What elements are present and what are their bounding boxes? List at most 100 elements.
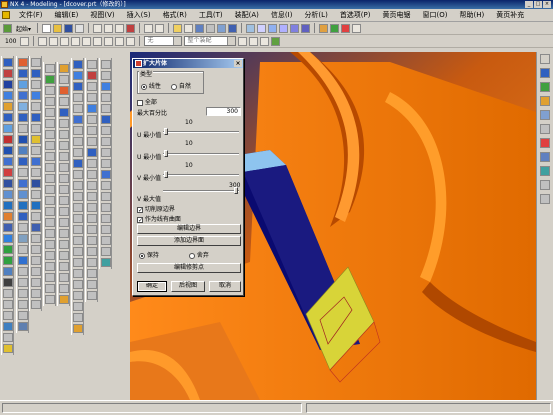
tool-icon[interactable] xyxy=(3,234,13,243)
checkbox-checked[interactable]: ✓ xyxy=(137,206,143,213)
snap-mid-icon[interactable] xyxy=(60,36,70,46)
tool-icon[interactable] xyxy=(3,344,13,353)
tool-icon[interactable] xyxy=(31,223,41,232)
open-file-icon[interactable] xyxy=(53,23,63,33)
menu-preferences[interactable]: 首选项(P) xyxy=(334,10,377,20)
tool-icon[interactable] xyxy=(73,302,83,311)
menu-electrode[interactable]: 黄页电锯 xyxy=(377,10,417,20)
cancel-button[interactable]: 取消 xyxy=(209,281,241,292)
tool-icon[interactable] xyxy=(59,141,69,150)
v-max-slider[interactable] xyxy=(163,190,239,192)
paste-icon[interactable] xyxy=(115,23,125,33)
tool-icon[interactable] xyxy=(101,60,111,69)
assembly-navigator-icon[interactable] xyxy=(540,68,550,78)
as-curved-checkbox[interactable]: ✓ 作为线有曲面 xyxy=(137,214,181,223)
u-min-slider-thumb[interactable] xyxy=(164,128,168,135)
v-max-slider-thumb[interactable] xyxy=(234,187,238,194)
tool-icon[interactable] xyxy=(31,80,41,89)
tool-icon[interactable] xyxy=(18,300,28,309)
tool-icon[interactable] xyxy=(3,190,13,199)
tool-icon[interactable] xyxy=(18,91,28,100)
menu-view[interactable]: 视图(V) xyxy=(84,10,120,20)
back-button[interactable]: 后视图 xyxy=(171,281,205,292)
tool-icon[interactable] xyxy=(59,218,69,227)
snap-face-icon[interactable] xyxy=(126,36,136,46)
tool-icon[interactable] xyxy=(18,179,28,188)
menu-file[interactable]: 文件(F) xyxy=(13,10,49,20)
add-boundary-button[interactable]: 添加边界面 xyxy=(137,236,241,246)
tool-icon[interactable] xyxy=(101,71,111,80)
menu-supplement[interactable]: 黄页补充 xyxy=(490,10,530,20)
tool-icon[interactable] xyxy=(31,201,41,210)
tool-icon[interactable] xyxy=(45,251,55,260)
tool-icon[interactable] xyxy=(45,196,55,205)
type-filter-combo[interactable]: 无 xyxy=(144,36,183,46)
tool-icon[interactable] xyxy=(45,97,55,106)
tool-icon[interactable] xyxy=(101,148,111,157)
tool-icon[interactable] xyxy=(3,322,13,331)
tool-icon[interactable] xyxy=(87,225,97,234)
tool-icon[interactable] xyxy=(73,181,83,190)
radio-button[interactable] xyxy=(141,83,147,90)
tool-icon[interactable] xyxy=(45,119,55,128)
tool-icon[interactable] xyxy=(59,64,69,73)
training-icon[interactable] xyxy=(540,194,550,204)
tool-icon[interactable] xyxy=(45,130,55,139)
tool-icon[interactable] xyxy=(45,141,55,150)
tool-icon[interactable] xyxy=(101,82,111,91)
tool-icon[interactable] xyxy=(3,80,13,89)
tool-icon[interactable] xyxy=(45,273,55,282)
tool-icon[interactable] xyxy=(3,278,13,287)
tool-icon[interactable] xyxy=(45,229,55,238)
tool-icon[interactable] xyxy=(18,212,28,221)
menu-assembly[interactable]: 装配(A) xyxy=(229,10,265,20)
tool-icon[interactable] xyxy=(87,258,97,267)
tool-icon[interactable] xyxy=(59,207,69,216)
tool-icon[interactable] xyxy=(59,240,69,249)
tool-icon[interactable] xyxy=(31,300,41,309)
tool-icon[interactable] xyxy=(3,223,13,232)
tool-icon[interactable] xyxy=(59,229,69,238)
tool-icon[interactable] xyxy=(87,236,97,245)
tool-icon[interactable] xyxy=(101,192,111,201)
tool-icon[interactable] xyxy=(87,247,97,256)
tool-icon[interactable] xyxy=(18,256,28,265)
tool-icon[interactable] xyxy=(3,300,13,309)
tool-icon[interactable] xyxy=(3,69,13,78)
filter-reset-icon[interactable] xyxy=(238,36,248,46)
tool-icon[interactable] xyxy=(87,269,97,278)
tool-icon[interactable] xyxy=(87,291,97,300)
tool-icon[interactable] xyxy=(59,295,69,304)
resource-bar-icon[interactable] xyxy=(540,54,550,64)
tool-icon[interactable] xyxy=(3,289,13,298)
tool-icon[interactable] xyxy=(59,185,69,194)
tool-icon[interactable] xyxy=(87,203,97,212)
tool-icon[interactable] xyxy=(73,247,83,256)
new-file-icon[interactable] xyxy=(42,23,52,33)
menu-tools[interactable]: 工具(T) xyxy=(193,10,229,20)
tool-icon[interactable] xyxy=(31,212,41,221)
assembly-filter-combo[interactable]: 整个装配 xyxy=(184,36,237,46)
palette-icon[interactable] xyxy=(540,138,550,148)
tool-icon[interactable] xyxy=(3,102,13,111)
tool-icon[interactable] xyxy=(3,135,13,144)
tool-icon[interactable] xyxy=(31,157,41,166)
tool-icon[interactable] xyxy=(87,137,97,146)
tool-icon[interactable] xyxy=(101,181,111,190)
tool-icon[interactable] xyxy=(101,258,111,267)
tool-icon[interactable] xyxy=(73,137,83,146)
tool-icon[interactable] xyxy=(101,203,111,212)
save-icon[interactable] xyxy=(64,23,74,33)
checkbox-checked[interactable]: ✓ xyxy=(137,216,143,223)
tool-icon[interactable] xyxy=(87,192,97,201)
snap-existing-icon[interactable] xyxy=(115,36,125,46)
top-view-icon[interactable] xyxy=(279,23,289,33)
tool-icon[interactable] xyxy=(18,245,28,254)
tool-icon[interactable] xyxy=(31,179,41,188)
tool-icon[interactable] xyxy=(18,311,28,320)
v-min-slider-thumb[interactable] xyxy=(164,171,168,178)
tool-icon[interactable] xyxy=(18,278,28,287)
tool-icon[interactable] xyxy=(87,71,97,80)
tool-icon[interactable] xyxy=(101,137,111,146)
snap-intersect-icon[interactable] xyxy=(93,36,103,46)
